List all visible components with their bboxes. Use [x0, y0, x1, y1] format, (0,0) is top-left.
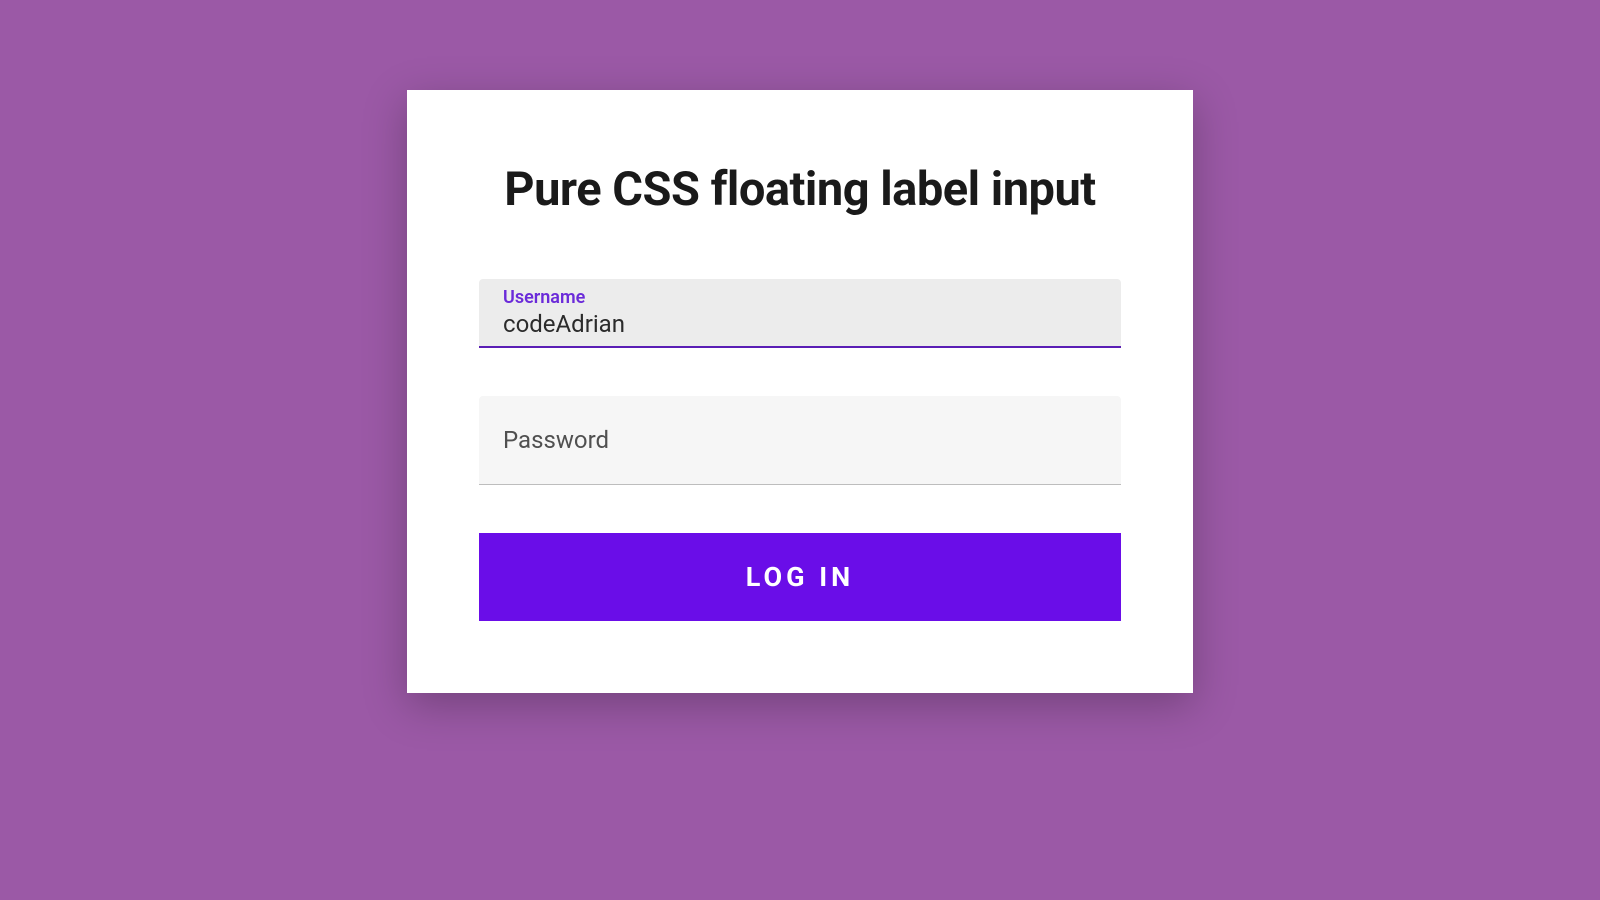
- login-button[interactable]: LOG IN: [479, 533, 1121, 621]
- page-title: Pure CSS floating label input: [479, 162, 1121, 217]
- username-input-wrapper[interactable]: Username: [479, 279, 1121, 348]
- username-field-group: Username: [479, 279, 1121, 348]
- username-label: Username: [503, 287, 1097, 308]
- password-field-group: Password: [479, 396, 1121, 485]
- username-input[interactable]: [503, 310, 1097, 338]
- login-card: Pure CSS floating label input Username P…: [407, 90, 1193, 693]
- password-label: Password: [503, 426, 1097, 454]
- password-input-wrapper[interactable]: Password: [479, 396, 1121, 485]
